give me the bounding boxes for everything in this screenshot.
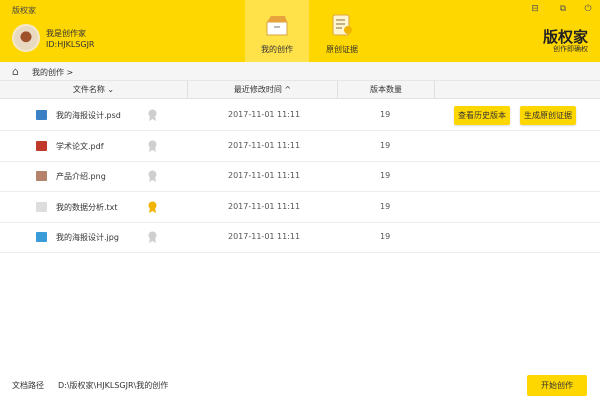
medal-icon xyxy=(148,170,157,183)
table-row[interactable]: 我的海报设计.jpg 2017-11-01 11:11 19 xyxy=(0,222,600,254)
table-row[interactable]: 我的海报设计.psd 2017-11-01 11:11 19 查看历史版本 生成原… xyxy=(0,100,600,131)
path-value: D:\版权家\HJKLSGJR\我的创作 xyxy=(58,381,169,390)
modified-time: 2017-11-01 11:11 xyxy=(228,140,301,150)
tab-label: 我的创作 xyxy=(261,45,293,54)
view-history-button[interactable]: 查看历史版本 xyxy=(454,106,510,125)
table-row[interactable]: 学术论文.pdf 2017-11-01 11:11 19 xyxy=(0,131,600,162)
tab-label: 原创证据 xyxy=(326,45,358,54)
version-count: 19 xyxy=(380,171,391,181)
file-txt-icon xyxy=(36,201,47,212)
table-header: 文件名称 ⌄ 最近修改时间 ^ 版本数量 xyxy=(0,81,600,99)
user-name: 我是创作家 xyxy=(46,29,86,38)
breadcrumb: ⌂ 我的创作 > xyxy=(0,62,600,81)
file-jpg-icon xyxy=(36,232,47,243)
table-row[interactable]: 我的数据分析.txt 2017-11-01 11:11 19 xyxy=(0,192,600,223)
power-icon[interactable]: ⏻ xyxy=(582,3,594,15)
modified-time: 2017-11-01 11:11 xyxy=(228,201,301,211)
external-icon[interactable]: ⧉ xyxy=(557,3,569,15)
box-icon xyxy=(266,16,288,36)
generate-evidence-button[interactable]: 生成原创证据 xyxy=(520,106,576,125)
file-name: 产品介绍.png xyxy=(56,172,106,182)
tab-my-creations[interactable]: 我的创作 xyxy=(245,0,309,62)
file-name: 我的海报设计.psd xyxy=(56,111,121,120)
file-name: 学术论文.pdf xyxy=(56,141,104,151)
start-creating-button[interactable]: 开始创作 xyxy=(527,375,587,396)
modified-time: 2017-11-01 11:11 xyxy=(228,232,301,242)
file-name: 我的海报设计.jpg xyxy=(56,233,119,243)
modified-time: 2017-11-01 11:11 xyxy=(228,110,301,119)
column-header-name[interactable]: 文件名称 ⌄ xyxy=(0,81,188,99)
tab-original-evidence[interactable]: 原创证据 xyxy=(310,0,374,62)
modified-time: 2017-11-01 11:11 xyxy=(228,171,301,181)
breadcrumb-label: 我的创作 xyxy=(32,68,64,77)
file-name: 我的数据分析.txt xyxy=(56,202,118,212)
file-png-icon xyxy=(36,171,47,182)
app-title: 版权家 xyxy=(12,6,36,15)
table-row[interactable]: 产品介绍.png 2017-11-01 11:11 19 xyxy=(0,161,600,193)
file-pdf-icon xyxy=(36,140,47,151)
version-count: 19 xyxy=(380,110,391,119)
file-psd-icon xyxy=(36,110,47,120)
path-label: 文档路径 xyxy=(12,381,44,390)
version-count: 19 xyxy=(380,201,391,211)
minimize-icon[interactable]: ⊟ xyxy=(529,3,541,15)
user-id: ID:HJKLSGJR xyxy=(46,40,95,49)
brand-slogan: 创作即确权 xyxy=(553,45,588,53)
medal-icon xyxy=(148,109,157,121)
breadcrumb-separator: > xyxy=(66,68,74,77)
certificate-icon xyxy=(332,14,352,36)
column-header-time[interactable]: 最近修改时间 ^ xyxy=(188,81,338,99)
medal-icon xyxy=(148,201,157,213)
column-header-versions[interactable]: 版本数量 xyxy=(338,81,435,99)
medal-icon xyxy=(148,231,157,244)
version-count: 19 xyxy=(380,232,391,242)
avatar[interactable] xyxy=(12,24,40,52)
breadcrumb-current[interactable]: 我的创作 > xyxy=(32,67,73,78)
header: 版权家 ⊟ ⧉ ⏻ 我是创作家 ID:HJKLSGJR 我的创作 原创证据 版权… xyxy=(0,0,600,62)
medal-icon xyxy=(148,140,157,152)
version-count: 19 xyxy=(380,140,391,150)
home-icon[interactable]: ⌂ xyxy=(12,65,19,78)
